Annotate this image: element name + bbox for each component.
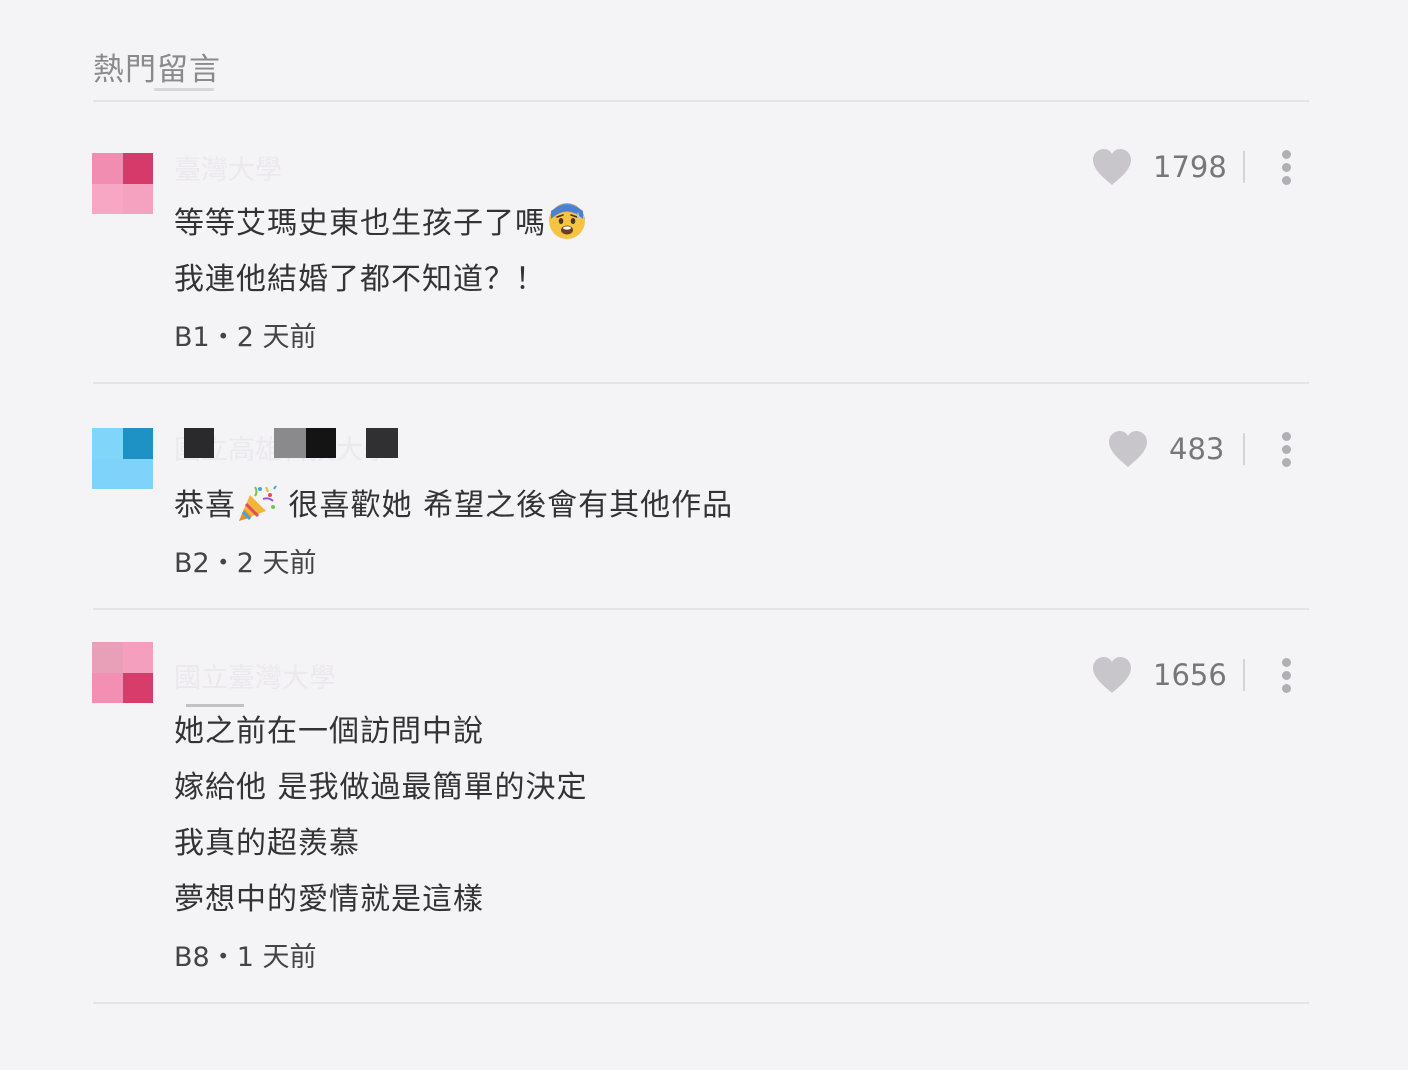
redaction-block xyxy=(184,428,214,458)
more-vertical-icon xyxy=(1282,658,1291,667)
avatar[interactable] xyxy=(92,642,153,703)
action-separator xyxy=(1243,433,1245,465)
more-vertical-icon xyxy=(1282,150,1291,159)
avatar-pixel xyxy=(122,672,153,703)
avatar-pixel xyxy=(122,428,153,459)
redaction-block xyxy=(366,428,398,458)
like-button[interactable]: 1798 xyxy=(1091,148,1227,186)
like-button[interactable]: 1656 xyxy=(1091,656,1227,694)
redaction-block xyxy=(306,428,336,458)
avatar[interactable] xyxy=(92,428,153,489)
comment-divider xyxy=(93,382,1309,384)
comment-text-line: 她之前在一個訪問中說 xyxy=(174,714,484,749)
avatar-pixel xyxy=(92,428,123,459)
avatar-pixel xyxy=(92,458,123,489)
more-vertical-icon-dot xyxy=(1282,458,1291,467)
header-divider xyxy=(93,100,1309,102)
more-options-button[interactable] xyxy=(1271,429,1301,469)
floor-timestamp: B8・1 天前 xyxy=(174,942,317,973)
comment-divider xyxy=(93,1002,1309,1004)
comment-text-line: 我真的超羨慕 xyxy=(174,826,360,861)
more-vertical-icon-dot xyxy=(1282,671,1291,680)
action-separator xyxy=(1243,151,1245,183)
floor-timestamp: B1・2 天前 xyxy=(174,322,317,353)
comment-text: 等等艾瑪史東也生孩子了嗎 xyxy=(174,206,546,241)
comment-text-line: 我連他結婚了都不知道？！ xyxy=(174,262,546,297)
avatar-pixel xyxy=(122,458,153,489)
like-count: 483 xyxy=(1169,432,1225,466)
section-title: 熱門留言 xyxy=(93,52,221,88)
heart-icon xyxy=(1107,430,1149,468)
more-options-button[interactable] xyxy=(1271,147,1301,187)
heart-icon xyxy=(1091,148,1133,186)
avatar[interactable] xyxy=(92,153,153,214)
avatar-pixel xyxy=(122,153,153,184)
like-button[interactable]: 483 xyxy=(1107,430,1224,468)
comment-text: 很喜歡她 希望之後會有其他作品 xyxy=(278,488,734,523)
like-count: 1656 xyxy=(1153,658,1227,692)
more-vertical-icon-dot xyxy=(1282,684,1291,693)
anxious-face-icon xyxy=(548,202,586,248)
avatar-pixel xyxy=(92,642,123,673)
comment-text-line: 夢想中的愛情就是這樣 xyxy=(174,882,484,917)
avatar-pixel xyxy=(92,672,123,703)
avatar-pixel xyxy=(92,153,123,184)
more-vertical-icon xyxy=(1282,432,1291,441)
avatar-pixel xyxy=(122,183,153,214)
comment-text-line: 嫁給他 是我做過最簡單的決定 xyxy=(174,770,588,805)
avatar-pixel xyxy=(92,183,123,214)
party-popper-icon xyxy=(236,483,278,531)
comment-divider xyxy=(93,608,1309,610)
more-vertical-icon-dot xyxy=(1282,163,1291,172)
more-vertical-icon-dot xyxy=(1282,445,1291,454)
more-options-button[interactable] xyxy=(1271,655,1301,695)
heart-icon xyxy=(1091,656,1133,694)
comment-text-line: 等等艾瑪史東也生孩子了嗎 xyxy=(174,198,586,248)
avatar-pixel xyxy=(122,642,153,673)
author-name[interactable]: 國立臺灣大學 xyxy=(174,656,336,695)
more-vertical-icon-dot xyxy=(1282,176,1291,185)
redaction-block xyxy=(274,428,306,458)
action-separator xyxy=(1243,659,1245,691)
like-count: 1798 xyxy=(1153,150,1227,184)
section-title-underline xyxy=(154,88,214,91)
floor-timestamp: B2・2 天前 xyxy=(174,548,317,579)
comment-text: 恭喜 xyxy=(174,488,236,523)
author-name[interactable]: 臺灣大學 xyxy=(174,148,282,187)
comment-text-line: 恭喜 很喜歡她 希望之後會有其他作品 xyxy=(174,480,733,531)
comments-page: 熱門留言 臺灣大學 等等艾瑪史東也生孩子了嗎 我連他結婚了都不知道？！ B1・2… xyxy=(0,0,1408,1070)
